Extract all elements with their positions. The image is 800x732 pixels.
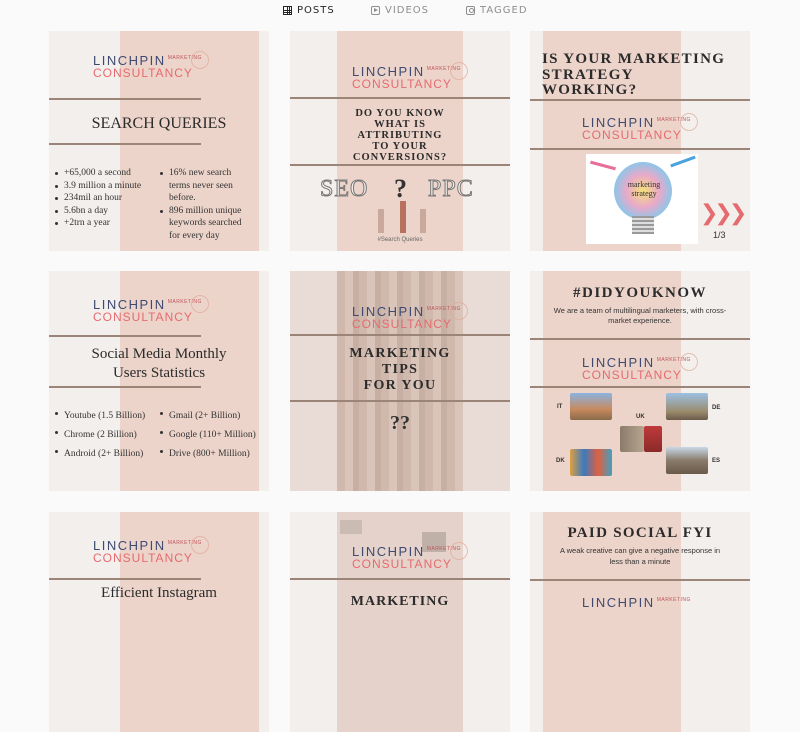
- post-search-queries[interactable]: LINCHPIN MARKETING CONSULTANCY SEARCH QUE…: [49, 31, 269, 251]
- profile-tabs: POSTS VIDEOS TAGGED: [0, 0, 800, 24]
- country-label: DE: [712, 405, 721, 411]
- divider: [290, 578, 510, 580]
- brand-logo: LINCHPIN MARKETING CONSULTANCY: [582, 353, 698, 382]
- question-marks: ??: [390, 412, 410, 434]
- post-conversions[interactable]: LINCHPIN MARKETING CONSULTANCY DO YOU KNO…: [290, 31, 510, 251]
- brand-logo: LINCHPIN MARKETING CONSULTANCY: [93, 295, 209, 324]
- spain-photo: [666, 447, 708, 474]
- divider: [530, 99, 750, 101]
- brand-logo: LINCHPIN MARKETING CONSULTANCY: [352, 542, 468, 571]
- divider: [290, 334, 510, 336]
- denmark-photo: [570, 449, 612, 476]
- grid-icon: [283, 6, 292, 15]
- tab-videos[interactable]: VIDEOS: [371, 5, 429, 16]
- post-title: PAID SOCIAL FYI: [567, 525, 713, 541]
- post-social-media-stats[interactable]: LINCHPIN MARKETING CONSULTANCY Social Med…: [49, 271, 269, 491]
- post-subtitle: We are a team of multilingual marketers,…: [553, 306, 727, 325]
- post-title: #DIDYOUKNOW: [572, 285, 707, 301]
- divider: [290, 97, 510, 99]
- stats-list-left: +65,000 a second 3.9 million a minute 23…: [54, 167, 141, 230]
- post-title: Social Media Monthly Users Statistics: [91, 346, 227, 381]
- post-title: MARKETING: [350, 594, 450, 609]
- post-title: SEARCH QUERIES: [91, 115, 227, 132]
- divider: [49, 578, 201, 580]
- bar-graphic: [420, 209, 426, 233]
- divider: [49, 143, 201, 145]
- question-mark: ?: [394, 174, 407, 203]
- tab-tagged-label: TAGGED: [480, 5, 528, 16]
- divider: [290, 164, 510, 166]
- germany-photo: [666, 393, 708, 420]
- divider: [49, 98, 201, 100]
- post-footer: #Search Queries: [377, 237, 423, 243]
- seo-text: SEO: [319, 176, 369, 203]
- post-did-you-know[interactable]: #DIDYOUKNOW We are a team of multilingua…: [530, 271, 750, 491]
- post-title: DO YOU KNOW WHAT IS ATTRIBUTING TO YOUR …: [352, 108, 448, 163]
- stats-list-left: Youtube (1.5 Billion) Chrome (2 Billion)…: [54, 407, 145, 464]
- stats-list-right: 16% new search terms never seen before. …: [159, 167, 242, 242]
- post-title: MARKETING TIPS FOR YOU: [349, 346, 451, 393]
- italy-photo: [570, 393, 612, 420]
- brand-logo: LINCHPIN MARKETING CONSULTANCY: [582, 113, 698, 142]
- divider: [530, 579, 750, 581]
- divider: [530, 386, 750, 388]
- brand-logo: LINCHPIN MARKETING CONSULTANCY: [352, 302, 468, 331]
- tab-posts[interactable]: POSTS: [283, 5, 335, 16]
- tab-videos-label: VIDEOS: [385, 5, 430, 16]
- tag-icon: [466, 6, 475, 15]
- post-efficient-instagram[interactable]: LINCHPIN MARKETING CONSULTANCY Efficient …: [49, 512, 269, 732]
- bar-graphic: [400, 201, 406, 233]
- post-marketing[interactable]: LINCHPIN MARKETING CONSULTANCY MARKETING: [290, 512, 510, 732]
- brand-logo: LINCHPIN MARKETING CONSULTANCY: [352, 62, 468, 91]
- divider: [530, 338, 750, 340]
- ppc-text: PPC: [428, 176, 474, 203]
- post-subtitle: A weak creative can give a negative resp…: [559, 546, 721, 566]
- country-label: UK: [636, 414, 645, 420]
- bar-graphic: [378, 209, 384, 233]
- post-marketing-tips[interactable]: LINCHPIN MARKETING CONSULTANCY MARKETING …: [290, 271, 510, 491]
- lightbulb-image: marketing strategy: [586, 154, 698, 244]
- brand-logo: LINCHPIN MARKETING CONSULTANCY: [93, 51, 209, 80]
- post-marketing-strategy[interactable]: IS YOUR MARKETING STRATEGY WORKING? LINC…: [530, 31, 750, 251]
- country-label: IT: [557, 404, 563, 410]
- arrows-icon: ❯❯❯: [700, 201, 747, 226]
- post-paid-social[interactable]: PAID SOCIAL FYI A weak creative can give…: [530, 512, 750, 732]
- photo-decor: [340, 520, 362, 534]
- post-title: Efficient Instagram: [101, 585, 217, 601]
- divider: [530, 148, 750, 150]
- brand-logo: LINCHPIN MARKETING CONSULTANCY: [93, 536, 209, 565]
- country-label: DK: [556, 458, 565, 464]
- country-label: ES: [712, 458, 721, 464]
- divider: [49, 386, 201, 388]
- tab-tagged[interactable]: TAGGED: [466, 5, 528, 16]
- video-icon: [371, 6, 380, 15]
- uk-photo-1: [620, 426, 644, 452]
- divider: [49, 335, 201, 337]
- uk-photo-2: [644, 426, 662, 452]
- divider: [290, 400, 510, 402]
- stats-list-right: Gmail (2+ Billion) Google (110+ Million)…: [159, 407, 256, 464]
- page-indicator: 1/3: [713, 230, 726, 240]
- tab-posts-label: POSTS: [297, 5, 335, 16]
- brand-logo: LINCHPIN MARKETING: [582, 595, 691, 610]
- post-title: IS YOUR MARKETING STRATEGY WORKING?: [542, 51, 726, 98]
